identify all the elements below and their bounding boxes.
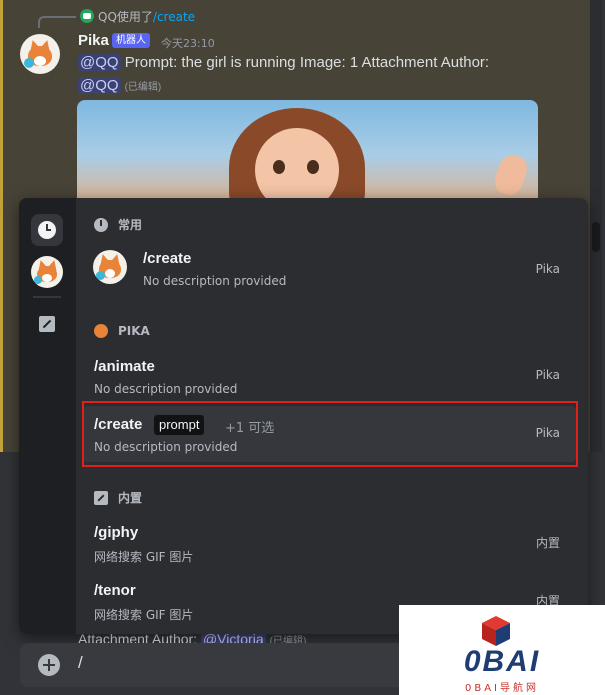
message-line-1: @QQ Prompt: the girl is running Image: 1… (78, 54, 489, 71)
scrollbar-thumb[interactable] (592, 222, 600, 252)
author-name[interactable]: Pika (78, 32, 109, 49)
reply-reference[interactable]: QQ使用了/create (98, 8, 195, 25)
command-name: /create (143, 250, 192, 267)
cube-logo-icon (482, 616, 510, 646)
command-row-animate[interactable]: /animate No description provided Pika (83, 348, 576, 404)
image-attachment[interactable] (77, 100, 538, 200)
fox-icon (94, 324, 108, 338)
slash-command-icon (80, 9, 94, 23)
image-eye (307, 160, 319, 174)
fox-snout (34, 56, 46, 66)
optional-count: +1 可选 (225, 421, 275, 436)
reply-prefix: QQ使用了 (98, 10, 153, 24)
command-autocomplete-popup: 常用 /create No description provided Pika … (19, 198, 588, 634)
pika-avatar (93, 250, 127, 284)
command-name: /animate (94, 358, 155, 375)
pencil-icon (94, 490, 108, 505)
pencil-icon (39, 316, 55, 332)
command-description: No description provided (143, 274, 287, 288)
image-hand (491, 151, 531, 199)
command-description: No description provided (94, 440, 238, 454)
command-source: Pika (535, 262, 560, 276)
bot-badge: 机器人 (112, 33, 150, 48)
command-source: Pika (535, 368, 560, 382)
command-row-frequent-create[interactable]: /create No description provided Pika (83, 240, 576, 298)
fox-snout (42, 274, 52, 282)
section-title: 常用 (118, 218, 143, 232)
command-row-giphy[interactable]: /giphy 网络搜索 GIF 图片 内置 (83, 514, 576, 570)
command-description: No description provided (94, 382, 238, 396)
command-description: 网络搜索 GIF 图片 (94, 550, 194, 564)
option-pill-prompt[interactable]: prompt (154, 415, 205, 435)
message-line-2: @QQ (已编辑) (78, 77, 161, 94)
reply-command[interactable]: /create (153, 10, 195, 24)
rail-frequent-button[interactable] (31, 214, 63, 246)
clock-icon (94, 217, 108, 232)
fox-accent (34, 276, 42, 284)
message-timestamp: 今天23:10 (161, 37, 215, 50)
message-text: Prompt: the girl is running Image: 1 Att… (124, 54, 490, 71)
reply-connector (38, 16, 76, 28)
clock-icon (38, 221, 56, 239)
rail-builtin-button[interactable] (31, 308, 63, 340)
command-name: /tenor (94, 582, 136, 599)
fox-snout (105, 269, 115, 278)
watermark-subtext: 0BAI导航网 (464, 683, 539, 694)
section-title: PIKA (118, 324, 150, 338)
command-name: /giphy (94, 524, 139, 541)
command-row-pika-create[interactable]: /create prompt +1 可选 No description prov… (83, 406, 576, 462)
command-source: Pika (535, 426, 560, 440)
command-description: 网络搜索 GIF 图片 (94, 608, 194, 622)
mention[interactable]: @QQ (78, 54, 121, 71)
section-title: 内置 (118, 491, 143, 505)
command-source: 内置 (535, 536, 560, 550)
section-header-frequent: 常用 (94, 216, 142, 233)
rail-pika-button[interactable] (31, 256, 63, 288)
watermark-text: 0BAI (463, 645, 541, 678)
add-attachment-button[interactable] (38, 654, 60, 676)
watermark-logo: 0BAI 0BAI导航网 (399, 605, 605, 695)
rail-divider (33, 296, 61, 298)
section-header-builtin: 内置 (94, 489, 142, 506)
section-header-pika: PIKA (94, 324, 150, 338)
edited-label: (已编辑) (124, 82, 162, 93)
command-category-rail (19, 198, 76, 634)
image-eye (273, 160, 285, 174)
mention[interactable]: @QQ (78, 77, 121, 94)
fox-accent (24, 58, 34, 68)
fox-accent (96, 271, 105, 280)
command-name: /create (94, 416, 143, 433)
message-input[interactable]: / (78, 653, 83, 673)
author-avatar[interactable] (20, 34, 60, 74)
